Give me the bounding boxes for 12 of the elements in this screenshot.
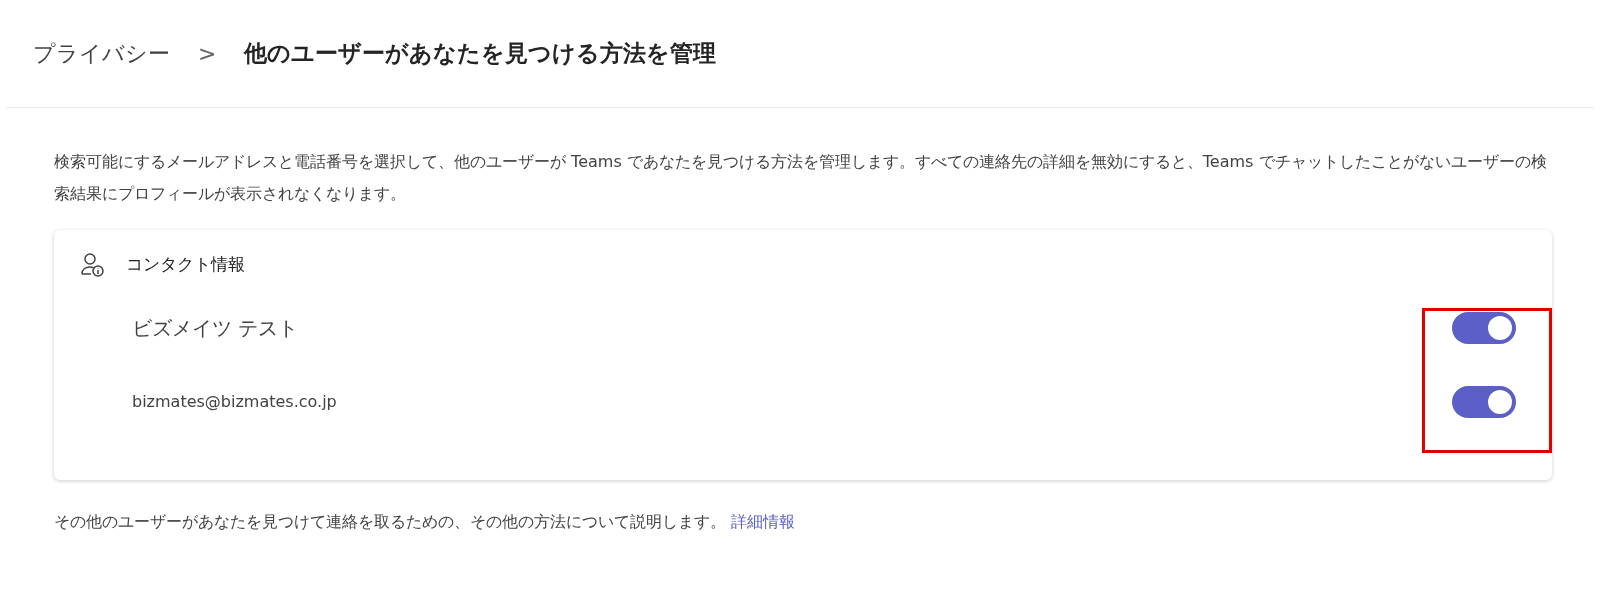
card-title: コンタクト情報 [126,253,245,277]
learn-more-link[interactable]: 詳細情報 [731,512,796,531]
page-title: 他のユーザーがあなたを見つける方法を管理 [244,39,717,69]
toggle-switch[interactable] [1452,312,1516,344]
breadcrumb-link[interactable]: プライバシー [33,37,170,70]
email-label: bizmates@bizmates.co.jp [132,391,337,413]
name-label: ビズメイツ テスト [132,315,299,342]
breadcrumb-separator: > [198,40,217,68]
footer-text: その他のユーザーがあなたを見つけて連絡を取るための、その他の方法について説明します。 詳細情報 [54,511,797,533]
contact-info-icon [80,252,106,278]
description-text: 検索可能にするメールアドレスと電話番号を選択して、他のユーザーが Teams であなたを見つける方法を管理します。すべての連絡先の詳細を無効にすると、Teams でチャットしたことがないユーザーの検索結果にプロフィールが表示されなくなります。 [54,151,1548,205]
toggle-switch[interactable] [1452,386,1516,418]
